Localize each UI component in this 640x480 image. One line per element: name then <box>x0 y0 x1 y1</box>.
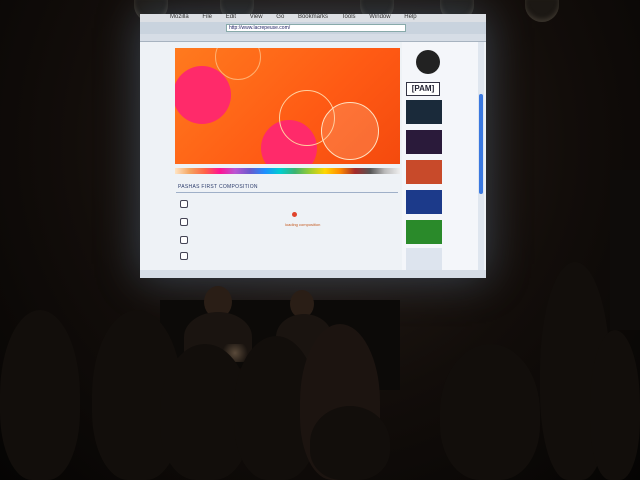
audience-member <box>440 344 540 480</box>
tool-icon[interactable] <box>180 236 188 244</box>
tool-icon[interactable] <box>180 252 188 260</box>
url-field[interactable]: http://www.lacrepeuse.com/ <box>226 24 406 32</box>
logo-badge[interactable] <box>416 50 440 74</box>
menu-item[interactable]: Bookmarks <box>298 14 328 20</box>
menu-item[interactable]: Go <box>276 14 284 20</box>
color-palette-strip[interactable] <box>175 168 400 174</box>
projection-screen: Mozilla File Edit View Go Bookmarks Tool… <box>140 14 486 278</box>
scroll-thumb[interactable] <box>479 94 483 194</box>
sidebar-thumbnail[interactable] <box>406 190 442 214</box>
browser-menubar: Mozilla File Edit View Go Bookmarks Tool… <box>140 14 486 22</box>
orange-circle-artwork[interactable] <box>175 48 400 164</box>
menu-item[interactable]: Window <box>369 14 390 20</box>
loading-label: loading composition <box>285 222 321 227</box>
menu-item[interactable]: File <box>202 14 212 20</box>
audience-member <box>590 330 640 480</box>
audience-member <box>310 406 390 480</box>
menu-item[interactable]: Mozilla <box>170 14 189 20</box>
bookmarks-bar <box>140 34 486 42</box>
sidebar-thumbnail[interactable] <box>406 248 442 272</box>
menu-item[interactable]: Tools <box>342 14 356 20</box>
divider <box>176 192 398 193</box>
sidebar: [PAM] <box>402 42 478 272</box>
browser-toolbar: http://www.lacrepeuse.com/ <box>140 22 486 34</box>
sidebar-thumbnail[interactable] <box>406 130 442 154</box>
loading-spinner-icon <box>292 212 297 217</box>
speaker-cabinet <box>610 170 640 330</box>
menu-item[interactable]: Edit <box>226 14 236 20</box>
audience-member <box>0 310 80 480</box>
tool-icon[interactable] <box>180 200 188 208</box>
menu-item[interactable]: View <box>250 14 263 20</box>
sidebar-thumbnail[interactable] <box>406 220 442 244</box>
pam-logo[interactable]: [PAM] <box>406 82 440 96</box>
sidebar-thumbnail[interactable] <box>406 160 442 184</box>
outline-circle <box>321 102 379 160</box>
composition-title: PASHAS FIRST COMPOSITION <box>178 184 258 190</box>
spotlight <box>525 0 559 22</box>
status-bar <box>140 270 486 278</box>
sidebar-thumbnail[interactable] <box>406 100 442 124</box>
tool-icon[interactable] <box>180 218 188 226</box>
menu-item[interactable]: Help <box>404 14 416 20</box>
